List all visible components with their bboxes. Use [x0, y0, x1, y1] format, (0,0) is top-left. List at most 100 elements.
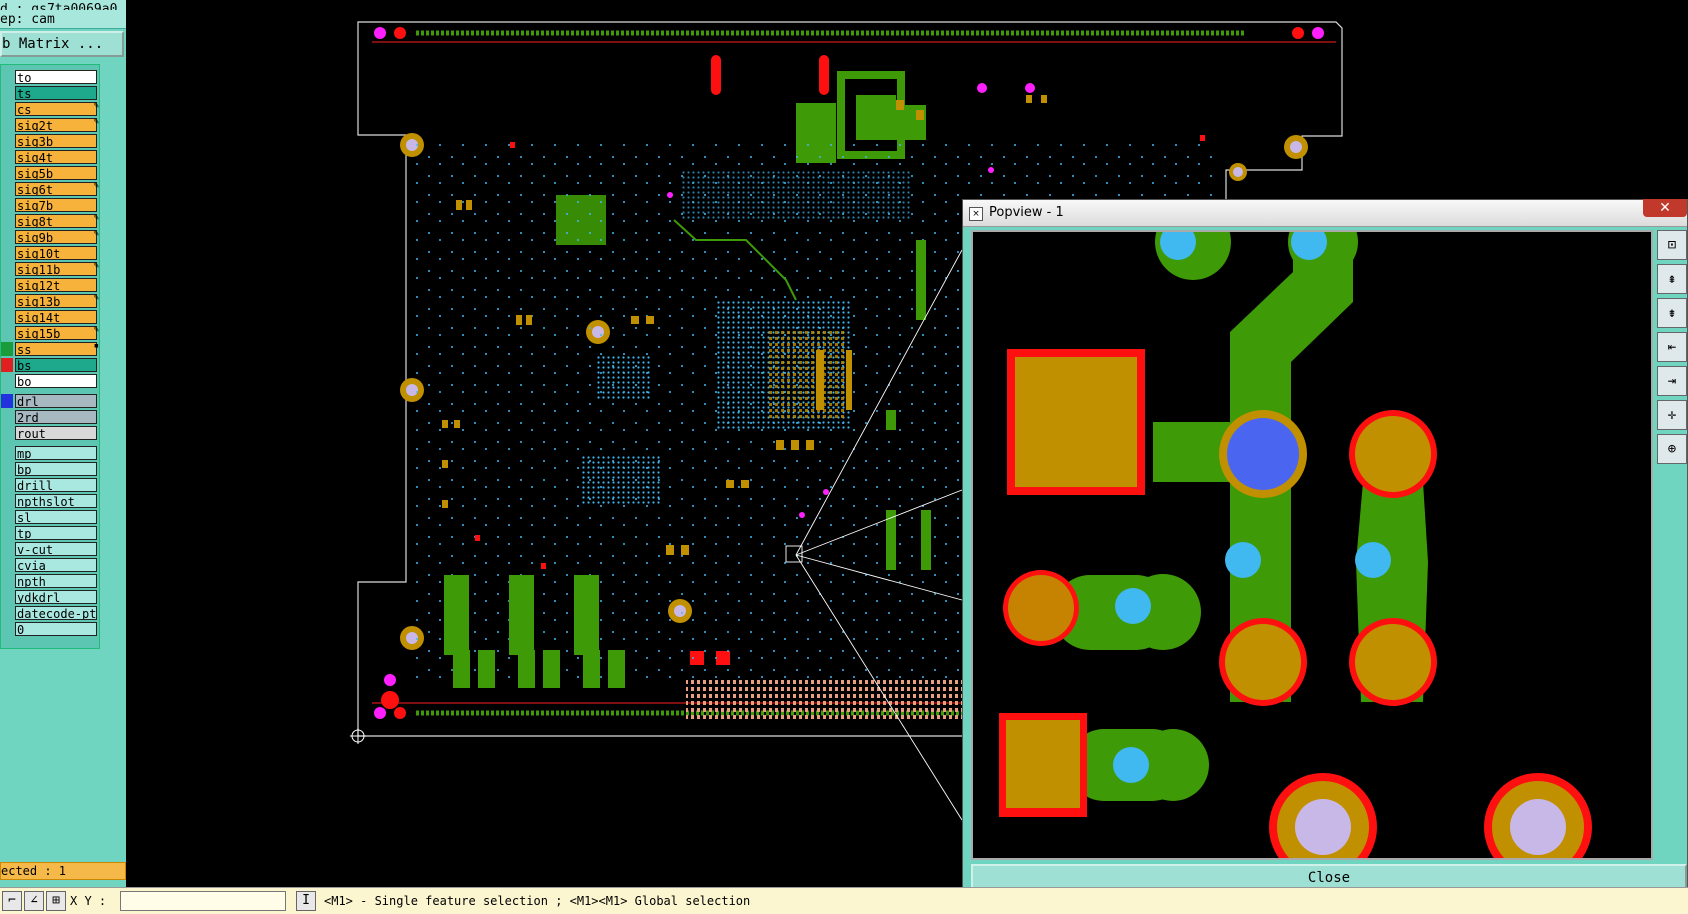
layer-row-sig11b[interactable]: sig11b ✎ — [1, 261, 101, 277]
layer-name[interactable]: v-cut — [15, 542, 97, 556]
layer-name[interactable]: sig3b — [15, 134, 97, 148]
layer-name[interactable]: 0 — [15, 622, 97, 636]
layer-name[interactable]: tp — [15, 526, 97, 540]
layer-color-marker[interactable] — [1, 166, 13, 180]
layer-color-marker[interactable] — [1, 606, 13, 620]
layer-row-bs[interactable]: bs — [1, 357, 101, 373]
layer-name[interactable]: cs — [15, 102, 97, 116]
layer-row-cvia[interactable]: cvia — [1, 557, 101, 573]
layer-name[interactable]: sig2t — [15, 118, 97, 132]
layer-name[interactable]: 2rd — [15, 410, 97, 424]
layer-row-mp[interactable]: mp — [1, 445, 101, 461]
layer-color-marker[interactable] — [1, 574, 13, 588]
layer-name[interactable]: ydkdrl — [15, 590, 97, 604]
layer-row-sig9b[interactable]: sig9b ✎ — [1, 229, 101, 245]
matrix-button[interactable]: b Matrix ... — [0, 31, 124, 57]
layer-row-datecode-ptc[interactable]: datecode-ptc — [1, 605, 101, 621]
layer-row-sig2t[interactable]: sig2t ✎ — [1, 117, 101, 133]
layer-name[interactable]: sig4t — [15, 150, 97, 164]
layer-row-npth[interactable]: npth — [1, 573, 101, 589]
layer-color-marker[interactable] — [1, 558, 13, 572]
layer-name[interactable]: sig9b — [15, 230, 97, 244]
layer-color-marker[interactable] — [1, 374, 13, 388]
layer-color-marker[interactable] — [1, 622, 13, 636]
layer-name[interactable]: sig7b — [15, 198, 97, 212]
layer-name[interactable]: drl — [15, 394, 97, 408]
layer-color-marker[interactable] — [1, 294, 13, 308]
layer-name[interactable]: sig14t — [15, 310, 97, 324]
layer-row-sig8t[interactable]: sig8t ✎ — [1, 213, 101, 229]
layer-row-sig13b[interactable]: sig13b ✎ — [1, 293, 101, 309]
layer-name[interactable]: sl — [15, 510, 97, 524]
layer-color-marker[interactable] — [1, 510, 13, 524]
layer-row-sig3b[interactable]: sig3b — [1, 133, 101, 149]
zoom-home-icon[interactable]: ⊡ — [1657, 230, 1687, 260]
layer-name[interactable]: sig12t — [15, 278, 97, 292]
layer-row-sig10t[interactable]: sig10t — [1, 245, 101, 261]
layer-color-marker[interactable] — [1, 590, 13, 604]
layer-color-marker[interactable] — [1, 310, 13, 324]
layer-row-0[interactable]: 0 — [1, 621, 101, 637]
close-icon[interactable]: ✕ — [1643, 199, 1687, 217]
layer-color-marker[interactable] — [1, 326, 13, 340]
layer-row-sig5b[interactable]: sig5b — [1, 165, 101, 181]
layer-name[interactable]: ts — [15, 86, 97, 100]
layer-color-marker[interactable] — [1, 278, 13, 292]
layer-row-npthslot[interactable]: npthslot — [1, 493, 101, 509]
layer-name[interactable]: rout — [15, 426, 97, 440]
layer-row-sig14t[interactable]: sig14t — [1, 309, 101, 325]
layer-name[interactable]: datecode-ptc — [15, 606, 97, 620]
layer-row-sig12t[interactable]: sig12t — [1, 277, 101, 293]
page-up-icon[interactable]: ⇞ — [1657, 264, 1687, 294]
layer-row-to[interactable]: to — [1, 69, 101, 85]
layer-row-tp[interactable]: tp — [1, 525, 101, 541]
layer-name[interactable]: ss — [15, 342, 97, 356]
layer-color-marker[interactable] — [1, 86, 13, 100]
layer-color-marker[interactable] — [1, 262, 13, 276]
layer-row-sig6t[interactable]: sig6t ✎ — [1, 181, 101, 197]
layer-row-rout[interactable]: rout — [1, 425, 101, 441]
popview-titlebar[interactable]: × Popview - 1 ✕ — [963, 199, 1687, 227]
page-left-icon[interactable]: ⇤ — [1657, 332, 1687, 362]
layer-color-marker[interactable] — [1, 70, 13, 84]
layer-row-sig7b[interactable]: sig7b — [1, 197, 101, 213]
xy-coordinate-input[interactable] — [120, 891, 286, 911]
layer-row-ss[interactable]: ss ▪ — [1, 341, 101, 357]
layer-row-drill[interactable]: drill — [1, 477, 101, 493]
layer-color-marker[interactable] — [1, 182, 13, 196]
layer-name[interactable]: sig11b — [15, 262, 97, 276]
layer-name[interactable]: npthslot — [15, 494, 97, 508]
layer-name[interactable]: sig13b — [15, 294, 97, 308]
measure-tool-icon[interactable]: ∠ — [24, 891, 44, 911]
layer-color-marker[interactable] — [1, 542, 13, 556]
layer-name[interactable]: mp — [15, 446, 97, 460]
layer-color-marker[interactable] — [1, 478, 13, 492]
layer-color-marker[interactable] — [1, 426, 13, 440]
layer-name[interactable]: to — [15, 70, 97, 84]
layer-color-marker[interactable] — [1, 446, 13, 460]
layer-row-ts[interactable]: ts — [1, 85, 101, 101]
layer-row-2rd[interactable]: 2rd — [1, 409, 101, 425]
layer-name[interactable]: cvia — [15, 558, 97, 572]
layer-row-bo[interactable]: bo — [1, 373, 101, 389]
pointer-tool-icon[interactable]: ⌐ — [2, 891, 22, 911]
layer-name[interactable]: bs — [15, 358, 97, 372]
layer-name[interactable]: sig8t — [15, 214, 97, 228]
layer-color-marker[interactable] — [1, 214, 13, 228]
layer-name[interactable]: npth — [15, 574, 97, 588]
popview-window[interactable]: × Popview - 1 ✕ ⊡ ⇞ ⇟ ⇤ ⇥ ✛ ⊕ Close — [962, 199, 1688, 897]
layer-color-marker[interactable] — [1, 150, 13, 164]
layer-row-bp[interactable]: bp — [1, 461, 101, 477]
layer-color-marker[interactable] — [1, 246, 13, 260]
layer-name[interactable]: drill — [15, 478, 97, 492]
layer-row-sl[interactable]: sl — [1, 509, 101, 525]
layer-name[interactable]: bo — [15, 374, 97, 388]
layer-name[interactable]: sig15b — [15, 326, 97, 340]
layer-name[interactable]: sig10t — [15, 246, 97, 260]
layer-color-marker[interactable] — [1, 410, 13, 424]
zoom-fit-icon[interactable]: ✛ — [1657, 400, 1687, 430]
info-icon[interactable]: I — [296, 891, 316, 911]
layer-color-marker[interactable] — [1, 526, 13, 540]
layer-color-marker[interactable] — [1, 102, 13, 116]
page-right-icon[interactable]: ⇥ — [1657, 366, 1687, 396]
